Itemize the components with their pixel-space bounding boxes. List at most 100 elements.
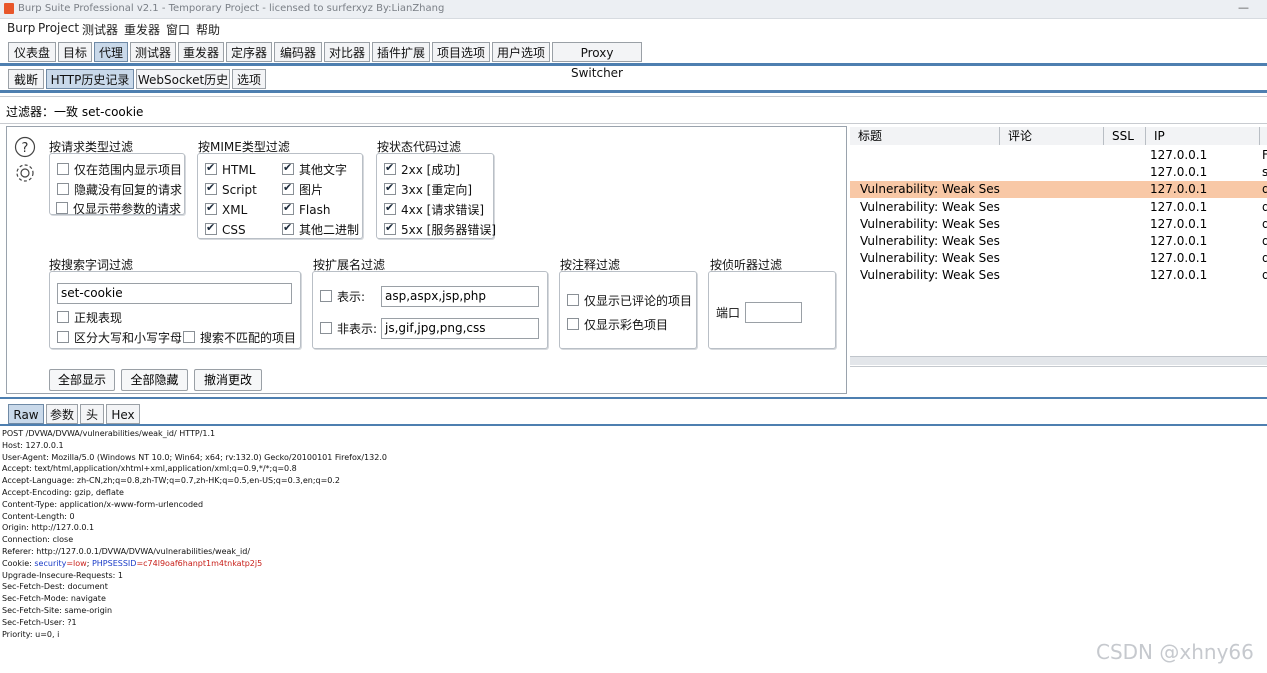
column-title[interactable]: 标题	[850, 127, 1000, 145]
table-row[interactable]: Vulnerability: Weak Ses... 127.0.0.1 d	[850, 199, 1267, 216]
status-3xx-checkbox[interactable]: 3xx [重定向]	[384, 181, 472, 197]
raw-request-editor[interactable]: POST /DVWA/DVWA/vulnerabilities/weak_id/…	[0, 428, 1267, 673]
hide-all-button[interactable]: 全部隐藏	[121, 369, 188, 391]
checkbox-label: 隐藏没有回复的请求	[74, 183, 183, 197]
column-cookies[interactable]: 简	[1260, 127, 1267, 145]
header-line: Sec-Fetch-Site: same-origin	[2, 606, 113, 615]
show-only-extension-checkbox[interactable]: 表示:	[320, 290, 365, 304]
tab-proxy[interactable]: 代理	[94, 42, 128, 62]
status-2xx-checkbox[interactable]: 2xx [成功]	[384, 161, 460, 177]
header-line: Sec-Fetch-User: ?1	[2, 617, 77, 627]
tab-target[interactable]: 目标	[58, 42, 92, 62]
checkbox-box	[282, 221, 294, 235]
tab-user-options[interactable]: 用户选项	[492, 42, 550, 62]
commented-only-checkbox[interactable]: 仅显示已评论的项目	[567, 294, 692, 308]
cell-cookies: d	[1262, 216, 1267, 231]
negative-search-checkbox[interactable]: 搜索不匹配的项目	[183, 331, 296, 345]
revert-changes-button[interactable]: 撤消更改	[194, 369, 262, 391]
checkbox-label: 非表示:	[337, 322, 378, 336]
cell-ip: 127.0.0.1	[1150, 182, 1208, 197]
status-5xx-checkbox[interactable]: 5xx [服务器错误]	[384, 221, 496, 237]
filter-summary: 过滤器：一致 set-cookie	[6, 105, 144, 119]
mime-flash-checkbox[interactable]: Flash	[282, 201, 330, 217]
mime-xml-checkbox[interactable]: XML	[205, 201, 247, 217]
tab-decoder[interactable]: 编码器	[274, 42, 322, 62]
cell-ip: 127.0.0.1	[1150, 165, 1208, 180]
hide-extension-checkbox[interactable]: 非表示:	[320, 322, 377, 336]
window-titlebar: Burp Suite Professional v2.1 - Temporary…	[0, 0, 1267, 19]
tab-raw[interactable]: Raw	[8, 404, 44, 424]
mime-other-binary-checkbox[interactable]: 其他二进制	[282, 221, 359, 237]
menu-project[interactable]: Project	[38, 21, 79, 35]
gear-icon[interactable]	[14, 162, 36, 184]
mime-html-checkbox[interactable]: HTML	[205, 161, 255, 177]
tab-intercept[interactable]: 截断	[8, 69, 44, 89]
highlighted-only-checkbox[interactable]: 仅显示彩色项目	[567, 318, 668, 332]
menu-help[interactable]: 帮助	[196, 21, 220, 38]
params-only-checkbox[interactable]: 仅显示带参数的请求	[56, 202, 181, 216]
port-input[interactable]	[745, 302, 802, 323]
cookie-value-phpsessid: =c74l9oaf6hanpt1m4tnkatp2j5	[136, 558, 263, 568]
column-ip[interactable]: IP	[1146, 127, 1260, 145]
checkbox-box	[205, 181, 217, 195]
tab-options[interactable]: 选项	[232, 69, 266, 89]
menu-repeater[interactable]: 重发器	[124, 21, 160, 38]
tab-http-history[interactable]: HTTP历史记录	[46, 69, 134, 89]
help-icon[interactable]: ?	[14, 136, 36, 158]
case-sensitive-checkbox[interactable]: 区分大写和小写字母	[57, 331, 182, 345]
tab-params[interactable]: 参数	[46, 404, 78, 424]
in-scope-only-checkbox[interactable]: 仅在范围内显示项目	[57, 163, 182, 177]
table-row[interactable]: Vulnerability: Weak Ses... 127.0.0.1 d	[850, 250, 1267, 267]
show-only-extension-input[interactable]: asp,aspx,jsp,php	[381, 286, 539, 307]
mime-images-checkbox[interactable]: 图片	[282, 181, 323, 197]
tab-intruder[interactable]: 测试器	[130, 42, 176, 62]
tab-extender[interactable]: 插件扩展	[372, 42, 430, 62]
table-row[interactable]: Vulnerability: Weak Ses... 127.0.0.1 d	[850, 233, 1267, 250]
tab-hex[interactable]: Hex	[106, 404, 140, 424]
header-line: Sec-Fetch-Dest: document	[2, 582, 108, 592]
table-row[interactable]: 127.0.0.1 s	[850, 164, 1267, 181]
tab-sequencer[interactable]: 定序器	[226, 42, 272, 62]
menu-intruder[interactable]: 测试器	[82, 21, 118, 38]
hide-no-response-checkbox[interactable]: 隐藏没有回复的请求	[57, 183, 182, 197]
menu-window[interactable]: 窗口	[166, 21, 190, 38]
minimize-button[interactable]: —	[1238, 1, 1249, 14]
header-line: Origin: http://127.0.0.1	[2, 523, 95, 533]
column-comment[interactable]: 评论	[1000, 127, 1104, 145]
cell-title: Vulnerability: Weak Ses...	[860, 251, 1000, 266]
tab-headers[interactable]: 头	[80, 404, 104, 424]
checkbox-box	[57, 163, 69, 175]
tab-websocket-history[interactable]: WebSocket历史	[136, 69, 230, 89]
table-row[interactable]: Vulnerability: Weak Ses... 127.0.0.1 d	[850, 216, 1267, 233]
mime-script-checkbox[interactable]: Script	[205, 181, 257, 197]
tab-comparer[interactable]: 对比器	[324, 42, 370, 62]
proxy-tabs: 截断 HTTP历史记录 WebSocket历史 选项	[0, 69, 1267, 91]
main-tabs: 仪表盘 目标 代理 测试器 重发器 定序器 编码器 对比器 插件扩展 项目选项 …	[0, 42, 1267, 80]
horizontal-scrollbar[interactable]	[850, 356, 1267, 365]
column-ssl[interactable]: SSL	[1104, 127, 1146, 145]
hide-extension-input[interactable]: js,gif,jpg,png,css	[381, 318, 539, 339]
mime-css-checkbox[interactable]: CSS	[205, 221, 246, 237]
tab-proxy-switcher[interactable]: Proxy Switcher	[552, 42, 642, 80]
tab-dashboard[interactable]: 仪表盘	[8, 42, 56, 62]
split-divider[interactable]	[0, 397, 1267, 399]
status-4xx-checkbox[interactable]: 4xx [请求错误]	[384, 201, 484, 217]
search-term-input[interactable]: set-cookie	[57, 283, 292, 304]
checkbox-box	[282, 161, 294, 175]
mime-other-text-checkbox[interactable]: 其他文字	[282, 161, 347, 177]
filter-bar[interactable]: 过滤器：一致 set-cookie	[0, 96, 1267, 124]
tab-project-options[interactable]: 项目选项	[432, 42, 490, 62]
header-line: Content-Type: application/x-www-form-url…	[2, 499, 204, 509]
tab-repeater[interactable]: 重发器	[178, 42, 224, 62]
show-all-button[interactable]: 全部显示	[49, 369, 115, 391]
regex-checkbox[interactable]: 正规表现	[57, 311, 122, 325]
mime-type-group: HTML 其他文字 Script 图片 XML Flash CSS 其他二进制	[197, 153, 363, 239]
table-row[interactable]: 127.0.0.1 F	[850, 147, 1267, 164]
table-row[interactable]: Vulnerability: Weak Ses... 127.0.0.1 d	[850, 181, 1267, 199]
table-row[interactable]: Vulnerability: Weak Ses... 127.0.0.1 d	[850, 267, 1267, 284]
menu-burp[interactable]: Burp	[7, 21, 35, 35]
header-line: Accept: text/html,application/xhtml+xml,…	[2, 464, 297, 474]
cell-ip: 127.0.0.1	[1150, 199, 1208, 214]
cell-title: Vulnerability: Weak Ses...	[860, 199, 1000, 214]
checkbox-box	[205, 221, 217, 235]
